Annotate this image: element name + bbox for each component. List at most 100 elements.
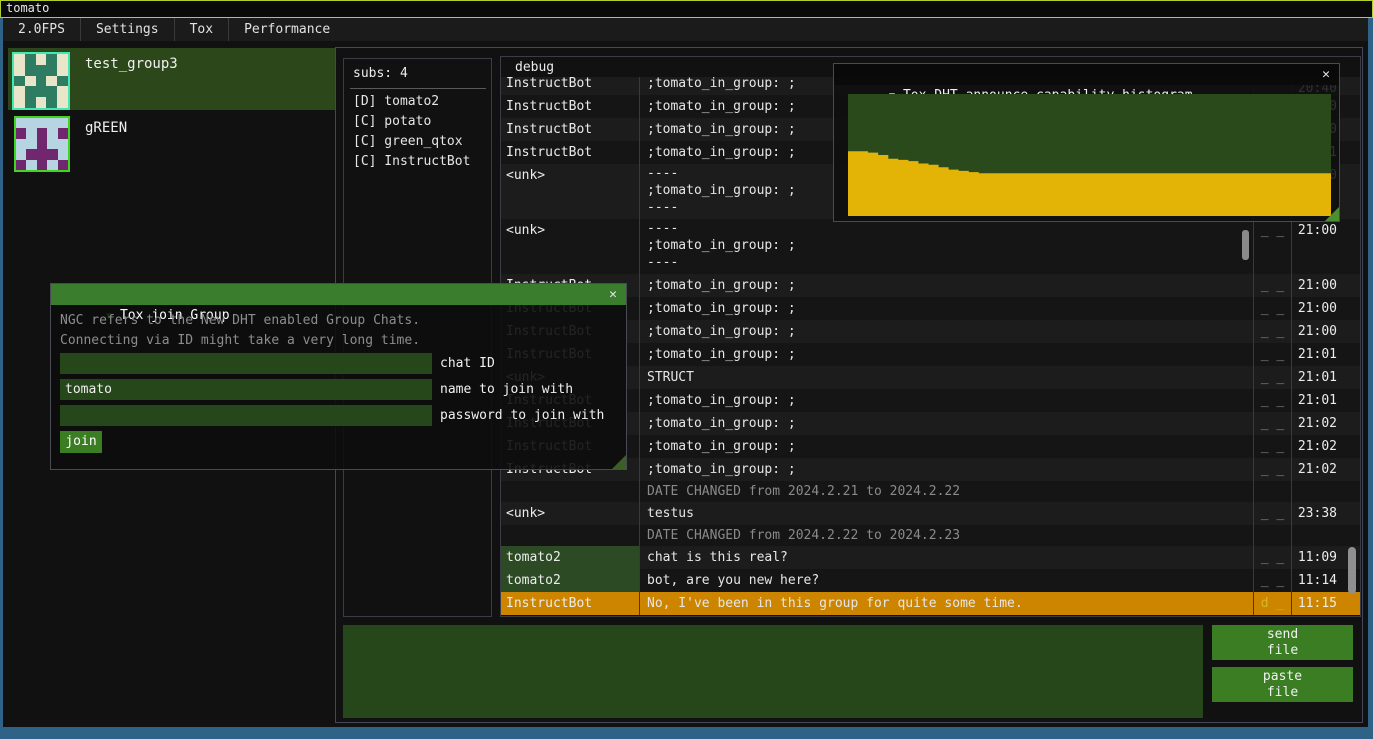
resize-grip[interactable] <box>612 455 626 469</box>
message-row[interactable]: <unk>STRUCT_ _21:01 <box>501 366 1360 389</box>
join-group-titlebar[interactable]: ▼Tox join Group ✕ <box>51 284 626 305</box>
message-row[interactable]: InstructBot;tomato_in_group: ;_ _21:00 <box>501 297 1360 320</box>
timestamp-cell: 21:01 <box>1291 366 1340 389</box>
timestamp-cell: 21:01 <box>1291 389 1340 412</box>
chat-scrollbar[interactable] <box>1346 57 1358 596</box>
message-row[interactable]: InstructBot;tomato_in_group: ;_ _21:00 <box>501 274 1360 297</box>
date-separator-row[interactable]: DATE CHANGED from 2024.2.22 to 2024.2.23 <box>501 525 1360 546</box>
paste-file-label-line2: file <box>1212 685 1353 701</box>
message-row[interactable]: tomato2bot, are you new here?_ _11:14 <box>501 569 1360 592</box>
status-cell: _ _ <box>1253 219 1291 274</box>
message-row[interactable]: InstructBotNo, I've been in this group f… <box>501 592 1360 615</box>
timestamp-cell: 21:02 <box>1291 458 1340 481</box>
group-row-test_group3[interactable]: test_group3 <box>8 48 335 110</box>
message-cell: ----;tomato_in_group: ;---- <box>639 219 1253 274</box>
group-row-gREEN[interactable]: gREEN <box>8 112 335 174</box>
timestamp-cell: 11:14 <box>1291 569 1340 592</box>
message-cell: ;tomato_in_group: ; <box>639 458 1253 481</box>
message-input[interactable] <box>343 625 1203 718</box>
status-cell: _ _ <box>1253 412 1291 435</box>
status-cell: _ _ <box>1253 569 1291 592</box>
message-row[interactable]: InstructBot;tomato_in_group: ;_ _21:01 <box>501 389 1360 412</box>
message-cell: No, I've been in this group for quite so… <box>639 592 1253 615</box>
join-button[interactable]: join <box>60 431 102 453</box>
timestamp-cell: 21:01 <box>1291 343 1340 366</box>
member-item-tomato2[interactable]: [D] tomato2 <box>353 92 439 112</box>
menu-item-tox[interactable]: Tox <box>175 18 228 41</box>
message-inner-scrollbar-thumb[interactable] <box>1242 230 1249 260</box>
timestamp-cell: 11:09 <box>1291 546 1340 569</box>
status-cell: _ _ <box>1253 546 1291 569</box>
status-cell: _ _ <box>1253 297 1291 320</box>
timestamp-cell <box>1291 525 1340 546</box>
window-frame-bottom <box>0 727 1373 739</box>
histogram-plot <box>848 94 1331 216</box>
message-row[interactable]: tomato2chat is this real?_ _11:09 <box>501 546 1360 569</box>
status-cell: _ _ <box>1253 458 1291 481</box>
message-cell: bot, are you new here? <box>639 569 1253 592</box>
timestamp-cell: 21:02 <box>1291 412 1340 435</box>
sender-cell: InstructBot <box>501 77 639 95</box>
message-cell: ;tomato_in_group: ; <box>639 297 1253 320</box>
timestamp-cell <box>1291 481 1340 502</box>
chat-id-field[interactable] <box>60 353 432 374</box>
resize-grip[interactable] <box>1325 207 1339 221</box>
group-name: gREEN <box>85 120 127 136</box>
message-row[interactable]: InstructBot;tomato_in_group: ;_ _21:01 <box>501 343 1360 366</box>
window-titlebar[interactable]: tomato <box>0 0 1373 18</box>
join-password-field[interactable] <box>60 405 432 426</box>
sender-cell: <unk> <box>501 164 639 219</box>
dht-histogram-titlebar[interactable]: ▼Tox DHT announce capability histogram ✕ <box>834 64 1339 85</box>
message-cell: ;tomato_in_group: ; <box>639 435 1253 458</box>
message-row[interactable]: InstructBot;tomato_in_group: ;_ _21:02 <box>501 458 1360 481</box>
tab-debug[interactable]: debug <box>515 59 554 77</box>
window-title: tomato <box>6 1 49 15</box>
status-cell: _ _ <box>1253 274 1291 297</box>
group-avatar <box>12 52 70 110</box>
menu-item-performance[interactable]: Performance <box>229 18 345 41</box>
message-row[interactable]: InstructBot;tomato_in_group: ;_ _21:02 <box>501 435 1360 458</box>
chat-scrollbar-thumb[interactable] <box>1348 547 1356 594</box>
send-file-label-line1: send <box>1212 627 1353 643</box>
sender-cell: tomato2 <box>501 546 639 569</box>
chat-id-label: chat ID <box>440 353 495 374</box>
separator <box>350 88 486 89</box>
paste-file-button[interactable]: paste file <box>1212 667 1353 702</box>
sender-cell <box>501 525 639 546</box>
histogram-area <box>848 94 1331 216</box>
timestamp-cell: 23:38 <box>1291 502 1340 525</box>
menu-item-settings[interactable]: Settings <box>81 18 174 41</box>
ngc-note-line1: NGC refers to the New DHT enabled Group … <box>60 313 420 328</box>
message-row[interactable]: InstructBot;tomato_in_group: ;_ _21:00 <box>501 320 1360 343</box>
message-cell: DATE CHANGED from 2024.2.21 to 2024.2.22 <box>639 481 1253 502</box>
sender-cell <box>501 481 639 502</box>
message-row[interactable]: <unk>----;tomato_in_group: ;----_ _21:00 <box>501 219 1360 274</box>
sender-cell: <unk> <box>501 219 639 274</box>
close-icon[interactable]: ✕ <box>604 284 622 305</box>
message-row[interactable]: <unk>testus_ _23:38 <box>501 502 1360 525</box>
member-item-potato[interactable]: [C] potato <box>353 112 431 132</box>
status-cell <box>1253 525 1291 546</box>
timestamp-cell: 21:00 <box>1291 274 1340 297</box>
message-cell: DATE CHANGED from 2024.2.22 to 2024.2.23 <box>639 525 1253 546</box>
date-separator-row[interactable]: DATE CHANGED from 2024.2.21 to 2024.2.22 <box>501 481 1360 502</box>
paste-file-label-line1: paste <box>1212 669 1353 685</box>
timestamp-cell: 11:15 <box>1291 592 1340 615</box>
sender-cell: InstructBot <box>501 141 639 164</box>
send-file-button[interactable]: send file <box>1212 625 1353 660</box>
status-cell: _ _ <box>1253 343 1291 366</box>
join-name-label: name to join with <box>440 379 573 400</box>
status-cell <box>1253 481 1291 502</box>
member-item-InstructBot[interactable]: [C] InstructBot <box>353 152 470 172</box>
message-row[interactable]: InstructBot;tomato_in_group: ;_ _21:02 <box>501 412 1360 435</box>
status-cell: _ _ <box>1253 389 1291 412</box>
message-cell: ;tomato_in_group: ; <box>639 343 1253 366</box>
close-icon[interactable]: ✕ <box>1317 64 1335 85</box>
fps-indicator: 2.0FPS <box>3 18 80 41</box>
join-name-field[interactable] <box>60 379 432 400</box>
timestamp-cell: 21:00 <box>1291 219 1340 274</box>
member-item-green_qtox[interactable]: [C] green_qtox <box>353 132 463 152</box>
sender-cell: InstructBot <box>501 118 639 141</box>
sender-cell: InstructBot <box>501 592 639 615</box>
sender-cell: <unk> <box>501 502 639 525</box>
